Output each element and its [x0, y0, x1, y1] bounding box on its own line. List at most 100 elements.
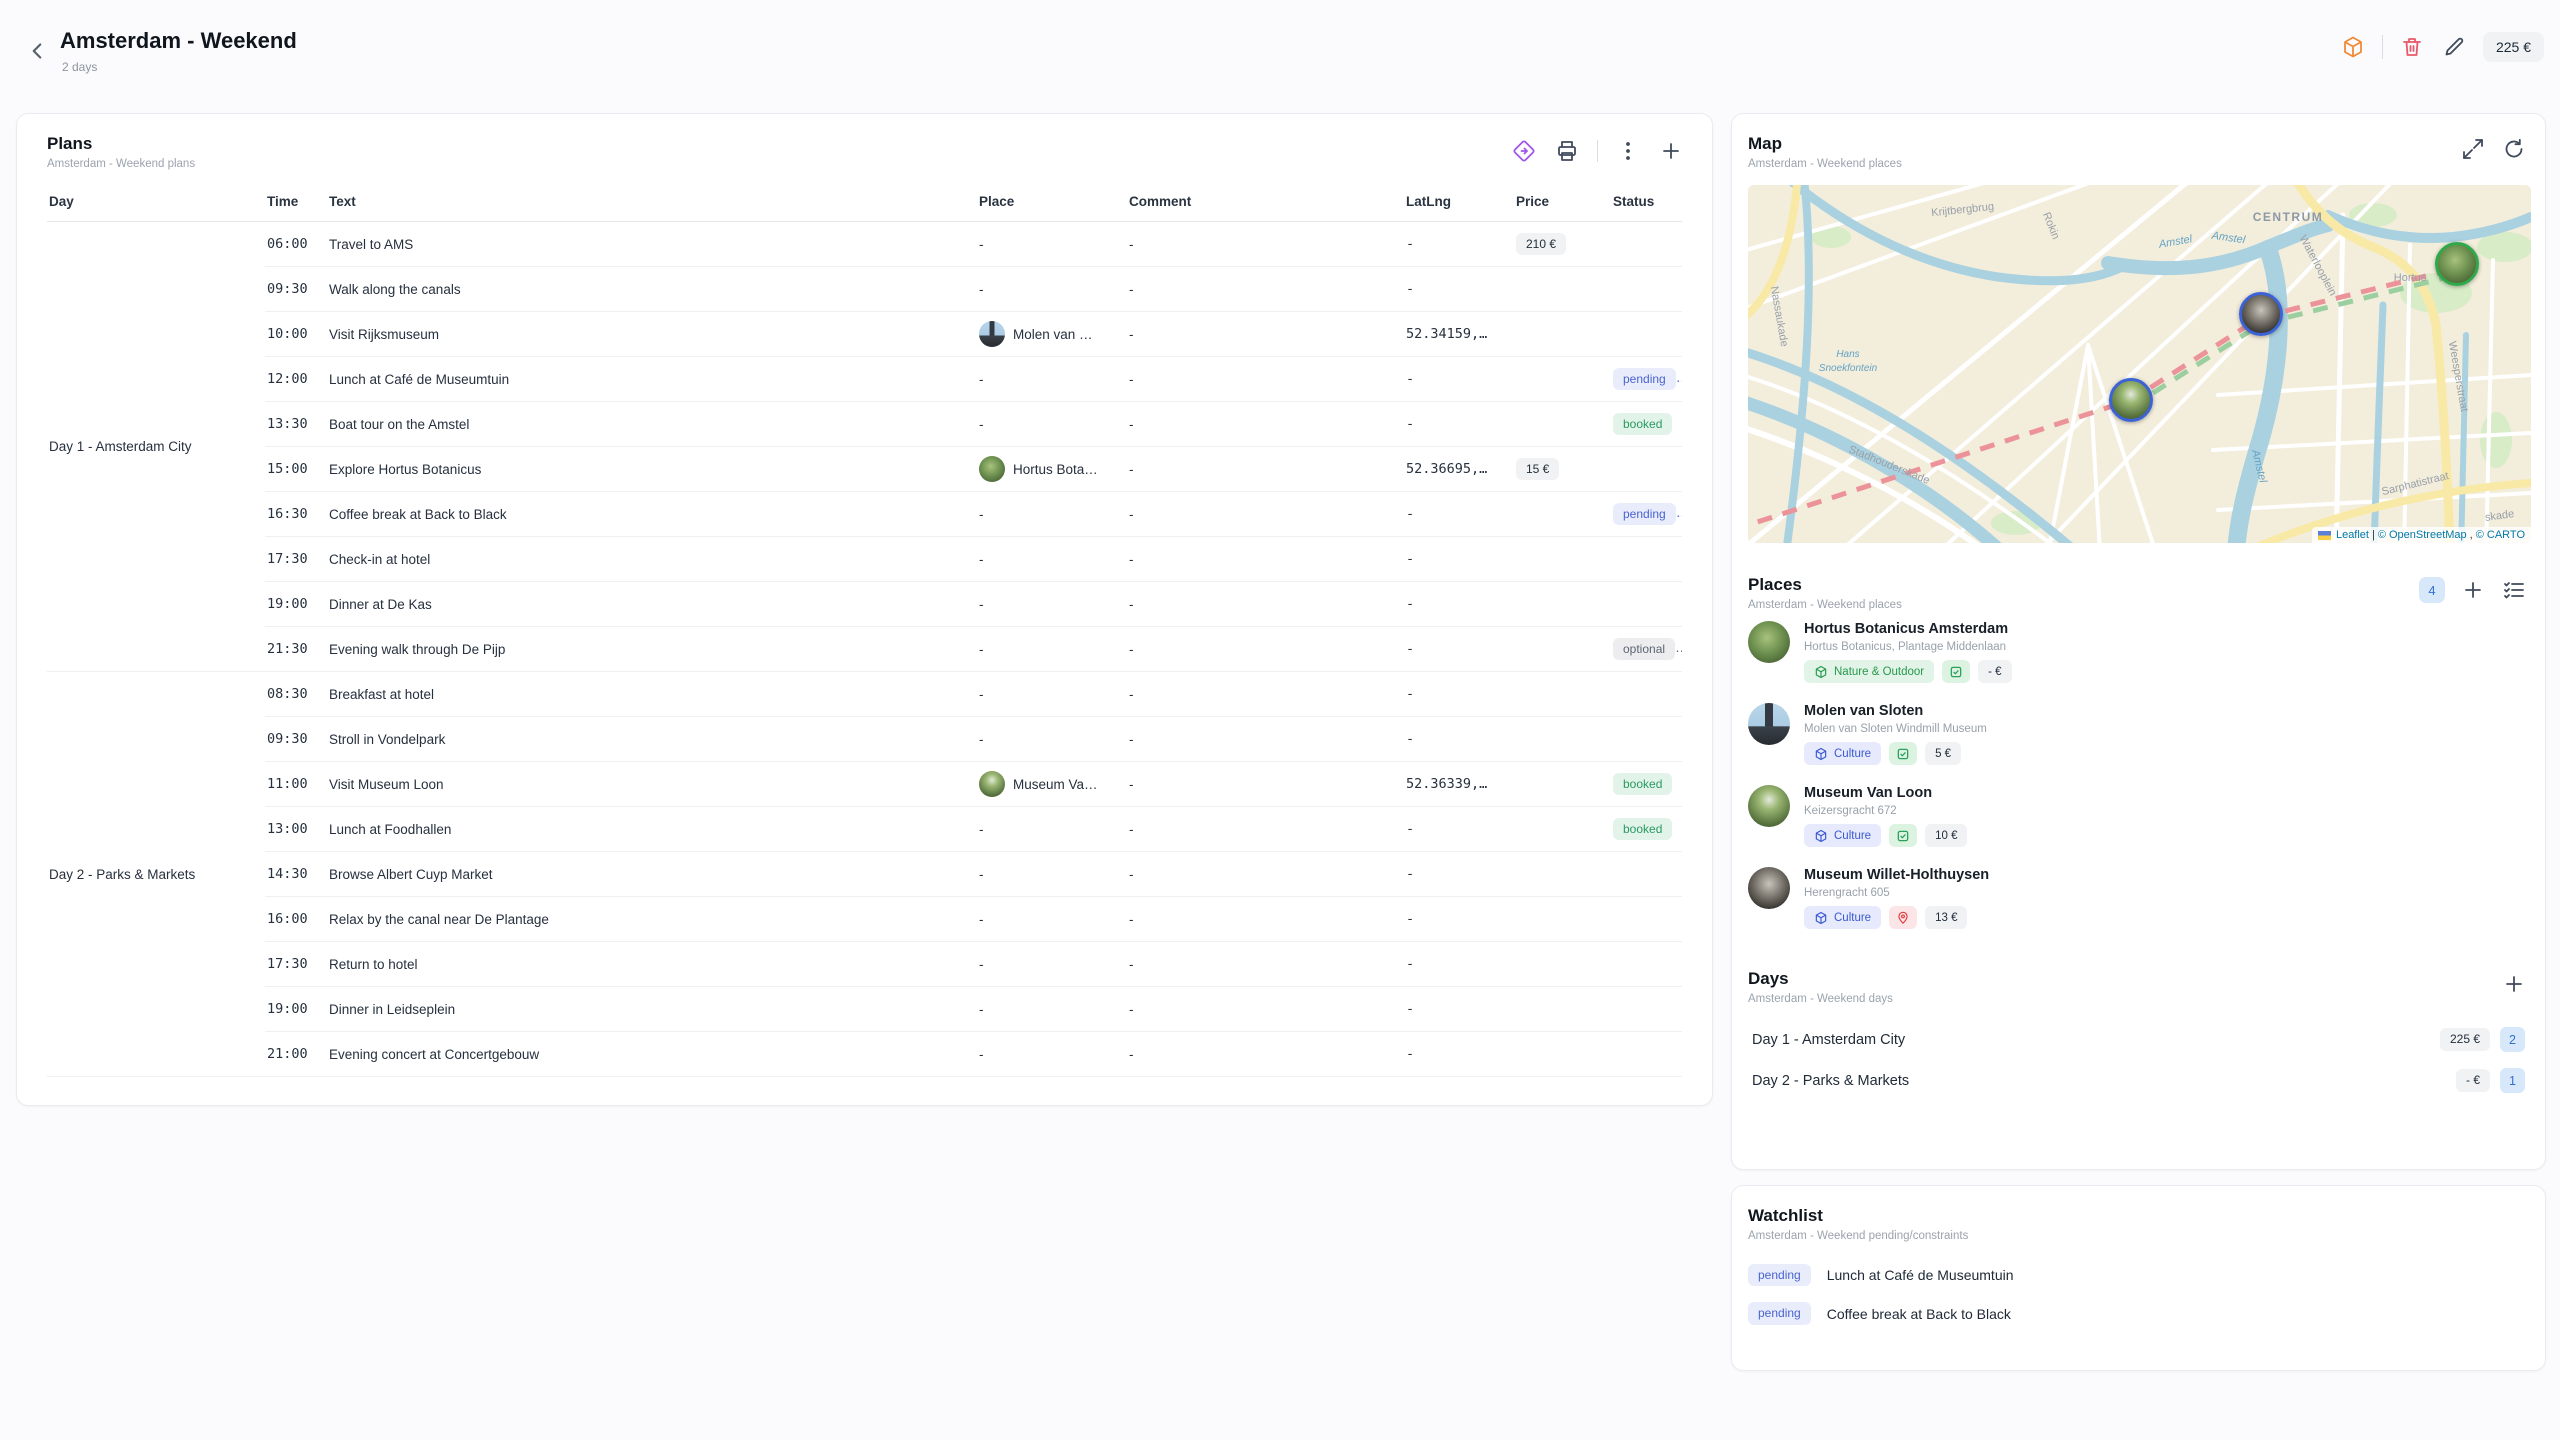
- cube-icon: [1814, 665, 1828, 679]
- plan-row[interactable]: 13:30Boat tour on the Amstel---booked: [47, 402, 1682, 447]
- plan-time: 11:00: [265, 762, 327, 807]
- plan-place: Molen van …: [977, 312, 1127, 357]
- map-expand-button[interactable]: [2460, 136, 2486, 162]
- export-button[interactable]: [1511, 138, 1537, 164]
- plan-latlng: -: [1404, 357, 1514, 402]
- watchlist-item[interactable]: pendingCoffee break at Back to Black: [1748, 1294, 2529, 1332]
- back-button[interactable]: [24, 38, 50, 64]
- plan-row[interactable]: 11:00Visit Museum LoonMuseum Va…-52.3633…: [47, 762, 1682, 807]
- place-price-chip: 13 €: [1925, 906, 1967, 929]
- checkbox-icon: [1896, 829, 1910, 843]
- plan-row[interactable]: 19:00Dinner at De Kas---: [47, 582, 1682, 627]
- plan-row[interactable]: 16:30Coffee break at Back to Black---pen…: [47, 492, 1682, 537]
- plan-row[interactable]: 15:00Explore Hortus BotanicusHortus Bota…: [47, 447, 1682, 492]
- add-plan-button[interactable]: [1658, 138, 1684, 164]
- plan-status: [1611, 852, 1682, 897]
- column-header-time: Time: [265, 186, 327, 222]
- watchlist-item[interactable]: pendingLunch at Café de Museumtuin: [1748, 1256, 2529, 1294]
- day-group-label: Day 1 - Amsterdam City: [47, 222, 265, 672]
- plan-place: -: [977, 402, 1127, 447]
- day-list-item[interactable]: Day 1 - Amsterdam City225 €2: [1748, 1019, 2529, 1060]
- plan-status: [1611, 312, 1682, 357]
- plan-row[interactable]: 16:00Relax by the canal near De Plantage…: [47, 897, 1682, 942]
- plan-latlng: -: [1404, 807, 1514, 852]
- plan-row[interactable]: 13:00Lunch at Foodhallen---booked: [47, 807, 1682, 852]
- map-refresh-button[interactable]: [2501, 136, 2527, 162]
- edit-trip-button[interactable]: [2441, 34, 2467, 60]
- leaflet-link[interactable]: Leaflet: [2336, 529, 2369, 541]
- map-header: Map Amsterdam - Weekend places: [1748, 134, 2529, 170]
- marker-museum-willet-holthuysen[interactable]: [2239, 292, 2283, 336]
- plan-place: -: [977, 672, 1127, 717]
- place-list-item[interactable]: Molen van SlotenMolen van Sloten Windmil…: [1748, 693, 2529, 775]
- plan-place: -: [977, 267, 1127, 312]
- place-list-item[interactable]: Hortus Botanicus AmsterdamHortus Botanic…: [1748, 611, 2529, 693]
- plan-row[interactable]: 21:30Evening walk through De Pijp---opti…: [47, 627, 1682, 672]
- plan-row[interactable]: 12:00Lunch at Café de Museumtuin---pendi…: [47, 357, 1682, 402]
- place-avatar: [979, 771, 1005, 797]
- plan-row[interactable]: Day 2 - Parks & Markets08:30Breakfast at…: [47, 672, 1682, 717]
- marker-museum-van-loon[interactable]: [2109, 378, 2153, 422]
- map-subtitle: Amsterdam - Weekend places: [1748, 158, 2529, 170]
- status-badge: pending: [1613, 503, 1676, 525]
- places-checklist-button[interactable]: [2501, 577, 2527, 603]
- plan-status: [1611, 987, 1682, 1032]
- carto-link[interactable]: © CARTO: [2476, 529, 2525, 541]
- marker-hortus-botanicus[interactable]: [2435, 242, 2479, 286]
- plan-price: [1514, 1032, 1611, 1077]
- add-day-button[interactable]: [2501, 971, 2527, 997]
- plan-status: [1611, 222, 1682, 267]
- plan-price: [1514, 402, 1611, 447]
- map-pin-icon: [1896, 911, 1910, 925]
- plan-time: 08:30: [265, 672, 327, 717]
- plan-row[interactable]: 10:00Visit RijksmuseumMolen van …-52.341…: [47, 312, 1682, 357]
- plan-comment: -: [1127, 492, 1404, 537]
- places-count-badge: 4: [2419, 577, 2445, 603]
- plan-row[interactable]: 17:30Return to hotel---: [47, 942, 1682, 987]
- plans-subtitle: Amsterdam - Weekend plans: [47, 158, 1682, 170]
- package-button[interactable]: [2340, 34, 2366, 60]
- plan-row[interactable]: 09:30Walk along the canals---: [47, 267, 1682, 312]
- plan-text: Browse Albert Cuyp Market: [327, 852, 977, 897]
- plan-price: [1514, 492, 1611, 537]
- place-list-item[interactable]: Museum Willet-HolthuysenHerengracht 605C…: [1748, 857, 2529, 939]
- location-chip: [1889, 906, 1917, 929]
- visited-chip: [1942, 660, 1970, 683]
- plan-row[interactable]: 14:30Browse Albert Cuyp Market---: [47, 852, 1682, 897]
- plan-row[interactable]: 19:00Dinner in Leidseplein---: [47, 987, 1682, 1032]
- visited-chip: [1889, 742, 1917, 765]
- map-canvas[interactable]: KrijtbergbrugRokinCENTRUMAmstelAmstelWat…: [1748, 185, 2531, 543]
- plan-row[interactable]: 09:30Stroll in Vondelpark---: [47, 717, 1682, 762]
- cube-icon: [1814, 829, 1828, 843]
- plus-icon: [2502, 972, 2526, 996]
- more-menu-button[interactable]: [1615, 138, 1641, 164]
- plan-status: [1611, 897, 1682, 942]
- places-header: Places Amsterdam - Weekend places 4: [1748, 575, 2529, 611]
- plan-price: [1514, 627, 1611, 672]
- plan-row[interactable]: 21:00Evening concert at Concertgebouw---: [47, 1032, 1682, 1077]
- day-count-badge: 1: [2500, 1068, 2525, 1093]
- plan-time: 17:30: [265, 942, 327, 987]
- category-chip: Culture: [1804, 742, 1881, 765]
- day-label: Day 1 - Amsterdam City: [1752, 1032, 2440, 1048]
- print-button[interactable]: [1554, 138, 1580, 164]
- openstreetmap-link[interactable]: © OpenStreetMap: [2378, 529, 2467, 541]
- place-name: Hortus Bota…: [1013, 462, 1098, 477]
- place-list-item[interactable]: Museum Van LoonKeizersgracht 672Culture1…: [1748, 775, 2529, 857]
- plan-latlng: -: [1404, 402, 1514, 447]
- plan-latlng: -: [1404, 897, 1514, 942]
- plan-row[interactable]: Day 1 - Amsterdam City06:00Travel to AMS…: [47, 222, 1682, 267]
- status-badge: pending: [1613, 368, 1676, 390]
- delete-trip-button[interactable]: [2399, 34, 2425, 60]
- right-panel: Map Amsterdam - Weekend places: [1731, 113, 2546, 1170]
- category-chip: Culture: [1804, 906, 1881, 929]
- day-list-item[interactable]: Day 2 - Parks & Markets- €1: [1748, 1060, 2529, 1101]
- plan-time: 21:30: [265, 627, 327, 672]
- add-place-button[interactable]: [2460, 577, 2486, 603]
- place-name: Museum Willet-Holthuysen: [1804, 867, 1989, 883]
- plan-comment: -: [1127, 537, 1404, 582]
- plan-row[interactable]: 17:30Check-in at hotel---: [47, 537, 1682, 582]
- plan-latlng: -: [1404, 1032, 1514, 1077]
- plan-latlng: 52.34159,…: [1404, 312, 1514, 357]
- place-price-chip: - €: [1978, 660, 2011, 683]
